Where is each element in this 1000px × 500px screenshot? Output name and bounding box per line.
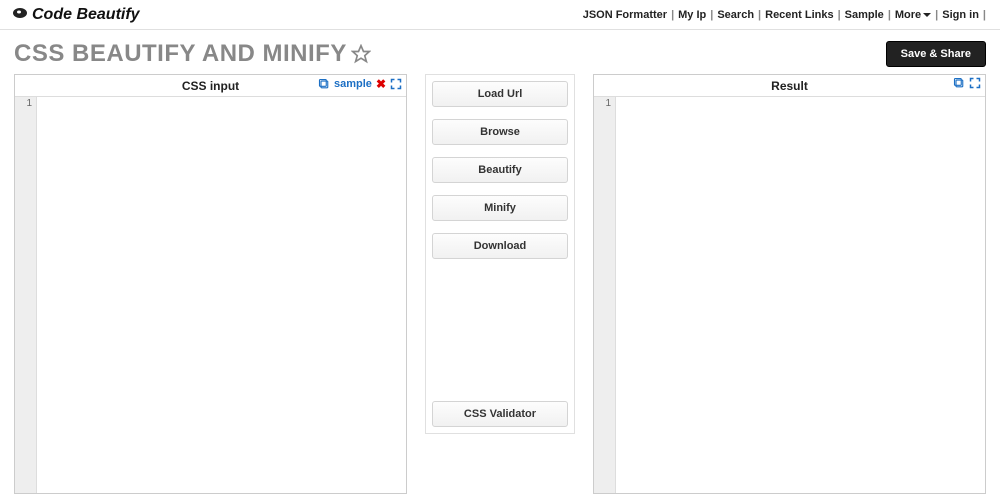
result-gutter: 1 — [594, 97, 616, 493]
brand-name: Code Beautify — [32, 6, 140, 24]
sample-link[interactable]: sample — [334, 78, 372, 90]
result-panel-title: Result — [771, 79, 808, 93]
result-panel: Result 1 — [593, 74, 986, 494]
input-gutter: 1 — [15, 97, 37, 493]
page-title: CSS BEAUTIFY AND MINIFY — [14, 40, 371, 68]
clear-input-icon[interactable]: ✖ — [376, 77, 386, 91]
brand[interactable]: Code Beautify — [12, 6, 140, 24]
nav-search[interactable]: Search — [717, 9, 754, 21]
minify-button[interactable]: Minify — [432, 195, 568, 221]
save-share-button[interactable]: Save & Share — [886, 41, 986, 67]
nav-more[interactable]: More — [895, 9, 931, 21]
css-input-editor[interactable] — [37, 97, 406, 493]
gutter-line-number: 1 — [15, 97, 32, 111]
action-column: Load Url Browse Beautify Minify Download… — [425, 74, 575, 434]
download-button[interactable]: Download — [432, 233, 568, 259]
browse-button[interactable]: Browse — [432, 119, 568, 145]
input-panel-title: CSS input — [182, 79, 239, 93]
caret-down-icon — [923, 13, 931, 17]
load-url-button[interactable]: Load Url — [432, 81, 568, 107]
nav-json-formatter[interactable]: JSON Formatter — [583, 9, 667, 21]
brand-icon — [12, 7, 28, 23]
beautify-button[interactable]: Beautify — [432, 157, 568, 183]
nav-recent-links[interactable]: Recent Links — [765, 9, 833, 21]
result-editor[interactable] — [616, 97, 985, 493]
copy-result-icon[interactable] — [953, 77, 965, 89]
nav-sample[interactable]: Sample — [845, 9, 884, 21]
input-panel: CSS input sample ✖ 1 — [14, 74, 407, 494]
top-nav: JSON Formatter| My Ip| Search| Recent Li… — [583, 9, 988, 21]
css-validator-button[interactable]: CSS Validator — [432, 401, 568, 427]
nav-sign-in[interactable]: Sign in — [942, 9, 979, 21]
star-icon[interactable] — [351, 44, 371, 64]
gutter-line-number: 1 — [594, 97, 611, 111]
nav-my-ip[interactable]: My Ip — [678, 9, 706, 21]
copy-icon[interactable] — [318, 78, 330, 90]
expand-result-icon[interactable] — [969, 77, 981, 89]
expand-icon[interactable] — [390, 78, 402, 90]
